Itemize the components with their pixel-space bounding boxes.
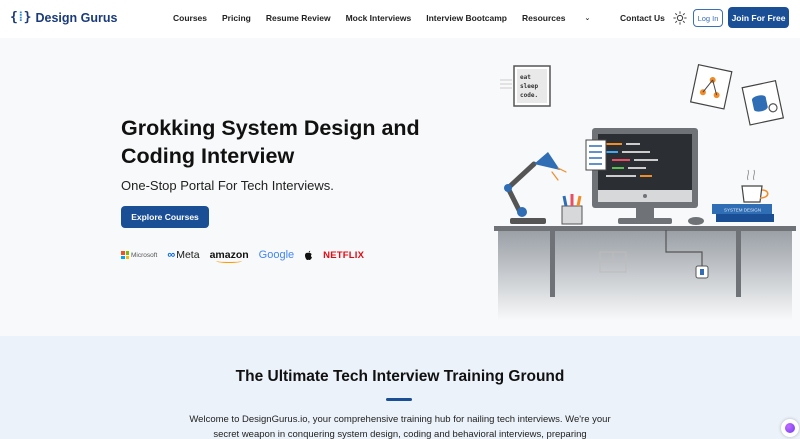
logo-text: Design Gurus	[35, 10, 118, 25]
hero-subtitle: One-Stop Portal For Tech Interviews.	[121, 178, 334, 193]
meta-label: Meta	[176, 249, 200, 261]
meta-icon: ∞	[167, 249, 176, 261]
explore-courses-button[interactable]: Explore Courses	[121, 206, 209, 228]
note-line-1: eat	[520, 74, 531, 81]
nav-mock-interviews[interactable]: Mock Interviews	[346, 13, 412, 23]
nav-resources[interactable]: Resources ⌄	[522, 13, 605, 23]
sticky-note	[585, 139, 607, 171]
mouse	[688, 217, 704, 225]
nav-pricing[interactable]: Pricing	[222, 13, 251, 23]
apple-logo	[304, 250, 313, 261]
nav-resume-review[interactable]: Resume Review	[266, 13, 331, 23]
note-line-3: code.	[520, 92, 538, 99]
database-card-icon	[741, 79, 785, 126]
assistant-button[interactable]	[781, 419, 799, 437]
hero-title: Grokking System Design and Coding Interv…	[121, 116, 420, 168]
desk-lamp	[504, 152, 567, 224]
books-stack: SYSTEM DESIGN	[712, 204, 774, 222]
nav-resources-label: Resources	[522, 13, 566, 23]
hero-illustration: eat sleep code. SYSTEM DESIGN	[494, 63, 796, 320]
contact-us-link[interactable]: Contact Us	[620, 13, 665, 23]
login-button[interactable]: Log In	[693, 9, 723, 27]
netflix-label: NETFLIX	[323, 249, 365, 261]
coffee-cup	[741, 169, 769, 203]
title-underline	[386, 398, 412, 401]
company-logos: Microsoft ∞ Meta amazon Google NETFLIX	[121, 247, 374, 263]
google-logo: Google	[259, 249, 294, 261]
monitor	[592, 128, 698, 224]
desk-leg	[550, 231, 555, 297]
join-button[interactable]: Join For Free	[728, 7, 789, 28]
amazon-label: amazon	[209, 249, 249, 263]
logo[interactable]: {⁞} Design Gurus	[10, 10, 117, 25]
nav-courses[interactable]: Courses	[173, 13, 207, 23]
meta-logo: ∞ Meta	[167, 249, 199, 261]
netflix-logo: NETFLIX	[323, 250, 364, 261]
microsoft-label: Microsoft	[131, 251, 158, 259]
microsoft-icon	[121, 251, 129, 259]
nav-interview-bootcamp[interactable]: Interview Bootcamp	[426, 13, 507, 23]
note-frame: eat sleep code.	[513, 65, 551, 107]
chevron-down-icon: ⌄	[584, 15, 591, 22]
sun-icon[interactable]	[673, 11, 687, 25]
logo-icon: {⁞}	[10, 10, 31, 25]
desk-shadow	[498, 231, 792, 320]
plug	[700, 269, 704, 275]
assistant-icon	[785, 423, 795, 433]
google-label: Google	[258, 249, 295, 261]
books-label: SYSTEM DESIGN	[724, 208, 761, 213]
desk-leg	[736, 231, 741, 297]
intro-body: Welcome to DesignGurus.io, your comprehe…	[189, 414, 611, 439]
main-menu: Courses Pricing Resume Review Mock Inter…	[173, 13, 620, 23]
apple-icon	[305, 250, 313, 260]
intro-title: The Ultimate Tech Interview Training Gro…	[235, 368, 565, 385]
amazon-logo: amazon	[209, 249, 249, 263]
pen-holder	[561, 194, 583, 225]
microsoft-logo: Microsoft	[121, 251, 157, 259]
note-line-2: sleep	[520, 83, 538, 90]
desk-top	[494, 226, 796, 231]
top-navbar: {⁞} Design Gurus Courses Pricing Resume …	[0, 0, 800, 38]
diagram-card-icon	[689, 63, 733, 110]
